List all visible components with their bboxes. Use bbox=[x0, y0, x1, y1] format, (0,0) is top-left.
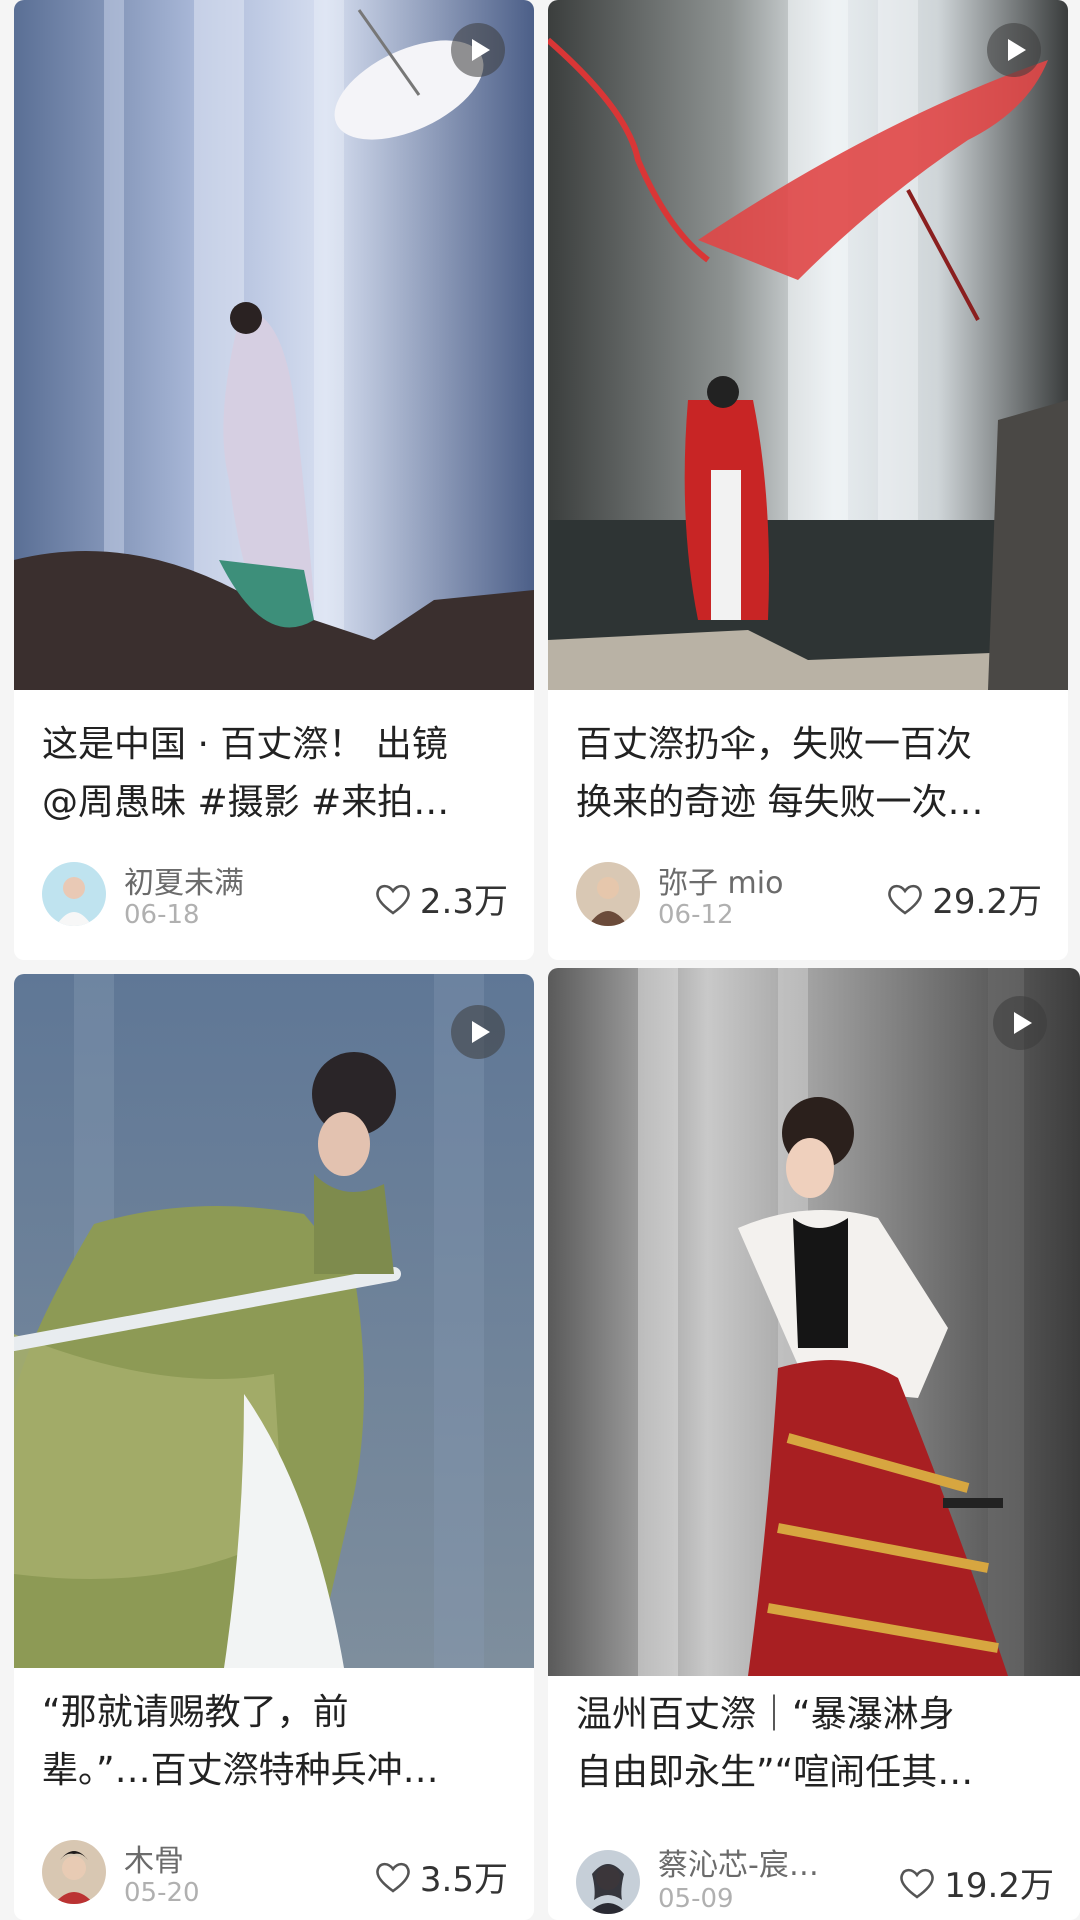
card-title[interactable]: 温州百丈漈｜“暴瀑淋身 自由即永生”“喧闹任其… bbox=[576, 1686, 1058, 1802]
title-line: 自由即永生”“喧闹任其… bbox=[576, 1752, 974, 1793]
like-count[interactable]: 19.2万 bbox=[898, 1858, 1054, 1907]
post-date: 06-18 bbox=[124, 900, 200, 930]
like-count-text: 3.5万 bbox=[419, 1860, 508, 1900]
author-name[interactable]: 初夏未满 bbox=[124, 858, 244, 902]
heart-icon bbox=[888, 884, 923, 915]
avatar[interactable] bbox=[42, 1840, 106, 1904]
title-line: 温州百丈漈｜“暴瀑淋身 bbox=[576, 1694, 955, 1735]
card-cover-image[interactable] bbox=[14, 974, 534, 1668]
avatar[interactable] bbox=[576, 1850, 640, 1914]
card-cover-image[interactable] bbox=[548, 968, 1080, 1676]
video-play-icon bbox=[451, 23, 505, 77]
like-count-text: 2.3万 bbox=[419, 882, 508, 922]
title-line: 换来的奇迹 每失败一次… bbox=[576, 782, 984, 823]
author-name[interactable]: 木骨 bbox=[124, 1836, 184, 1880]
like-count[interactable]: 29.2万 bbox=[886, 874, 1042, 923]
feed-card[interactable]: 温州百丈漈｜“暴瀑淋身 自由即永生”“喧闹任其… 蔡沁芯-宸… 05-09 19… bbox=[548, 968, 1080, 1920]
like-count[interactable]: 2.3万 bbox=[374, 874, 508, 923]
card-title[interactable]: 这是中国 · 百丈漈！ 出镜 @周愚昧 #摄影 #来拍… bbox=[42, 716, 512, 832]
title-line: 百丈漈扔伞，失败一百次 bbox=[576, 724, 973, 765]
heart-icon bbox=[900, 1868, 935, 1899]
like-count[interactable]: 3.5万 bbox=[374, 1852, 508, 1901]
author-name[interactable]: 蔡沁芯-宸… bbox=[658, 1840, 819, 1884]
heart-icon bbox=[376, 1862, 410, 1893]
feed-card[interactable]: 这是中国 · 百丈漈！ 出镜 @周愚昧 #摄影 #来拍… 初夏未满 06-18 … bbox=[14, 0, 534, 960]
video-play-icon bbox=[993, 996, 1047, 1050]
feed-card[interactable]: “那就请赐教了，前 辈。”…百丈漈特种兵冲… 木骨 05-20 3.5万 bbox=[14, 974, 534, 1920]
feed-card[interactable]: 百丈漈扔伞，失败一百次 换来的奇迹 每失败一次… 弥子 mio 06-12 29… bbox=[548, 0, 1068, 960]
title-line: “那就请赐教了，前 bbox=[42, 1692, 349, 1733]
post-date: 06-12 bbox=[658, 900, 734, 930]
avatar[interactable] bbox=[42, 862, 106, 926]
post-date: 05-20 bbox=[124, 1878, 200, 1908]
like-count-text: 19.2万 bbox=[944, 1866, 1054, 1906]
title-line: 这是中国 · 百丈漈！ 出镜 bbox=[42, 724, 448, 765]
avatar[interactable] bbox=[576, 862, 640, 926]
heart-icon bbox=[376, 884, 410, 915]
card-cover-image[interactable] bbox=[548, 0, 1068, 690]
card-title[interactable]: 百丈漈扔伞，失败一百次 换来的奇迹 每失败一次… bbox=[576, 716, 1046, 832]
card-title[interactable]: “那就请赐教了，前 辈。”…百丈漈特种兵冲… bbox=[42, 1684, 512, 1800]
post-date: 05-09 bbox=[658, 1884, 734, 1914]
title-line: 辈。”…百丈漈特种兵冲… bbox=[42, 1750, 439, 1791]
like-count-text: 29.2万 bbox=[932, 882, 1042, 922]
video-play-icon bbox=[987, 23, 1041, 77]
title-line: @周愚昧 #摄影 #来拍… bbox=[42, 782, 450, 823]
author-name[interactable]: 弥子 mio bbox=[658, 858, 783, 902]
card-cover-image[interactable] bbox=[14, 0, 534, 690]
video-play-icon bbox=[451, 1005, 505, 1059]
